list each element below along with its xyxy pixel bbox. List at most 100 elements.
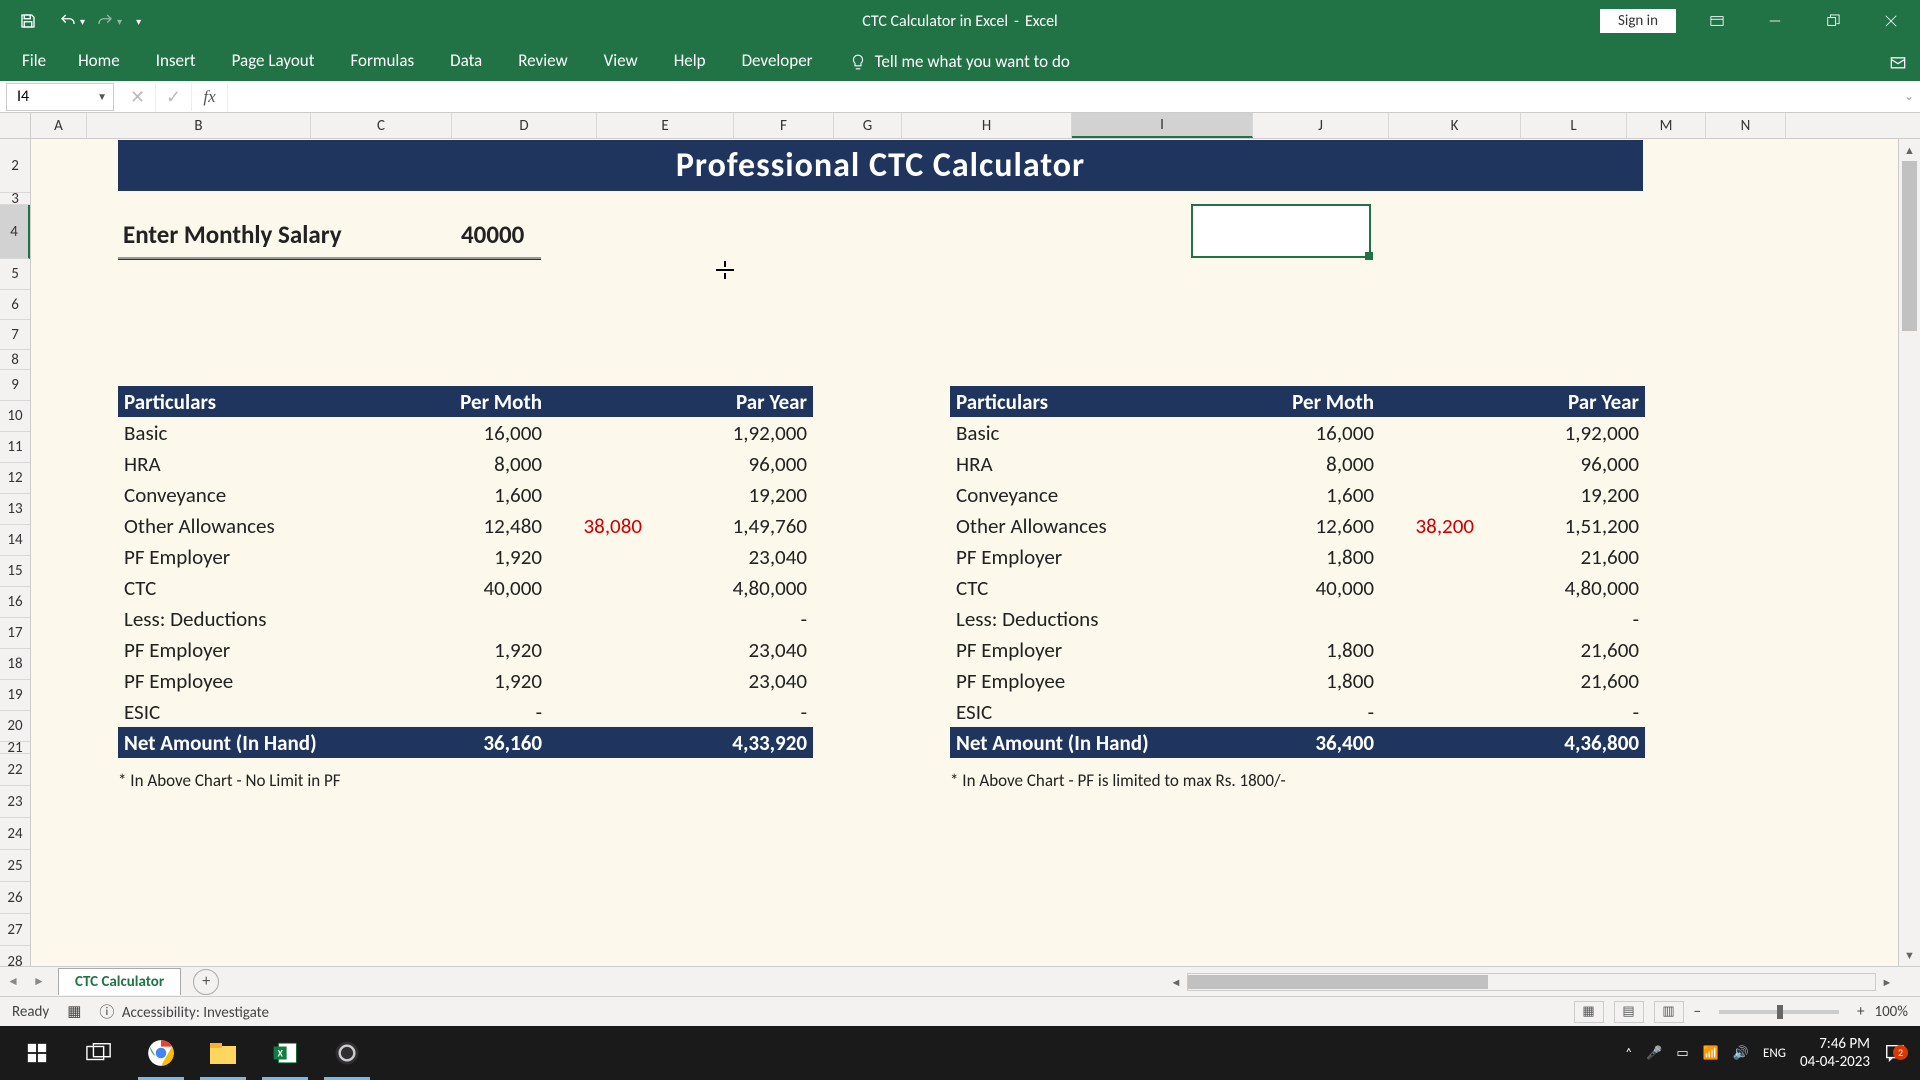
row-header-12[interactable]: 12 [0,463,30,494]
sheet-nav-next[interactable]: ► [26,968,52,996]
tray-mic-icon[interactable]: 🎤 [1646,1046,1662,1061]
row-header-21[interactable]: 21 [0,742,30,754]
view-page-layout-button[interactable]: ▤ [1614,1001,1644,1023]
col-header-l[interactable]: L [1521,113,1627,138]
row-header-18[interactable]: 18 [0,649,30,680]
redo-dropdown-icon[interactable]: ▾ [117,15,122,28]
col-header-j[interactable]: J [1253,113,1389,138]
macro-record-icon[interactable]: ▦ [67,1002,81,1021]
action-center-button[interactable]: 2 [1884,1042,1906,1064]
row-header-17[interactable]: 17 [0,618,30,649]
row-header-24[interactable]: 24 [0,818,30,850]
row-header-3[interactable]: 3 [0,193,30,205]
row-header-19[interactable]: 19 [0,680,30,711]
col-header-b[interactable]: B [87,113,311,138]
col-header-g[interactable]: G [834,113,902,138]
zoom-slider[interactable] [1719,1010,1839,1014]
tray-volume-icon[interactable]: 🔊 [1733,1046,1749,1061]
taskbar-excel[interactable]: X [254,1026,316,1080]
tray-wifi-icon[interactable]: 📶 [1703,1046,1719,1061]
row-header-26[interactable]: 26 [0,882,30,914]
hscroll-left-icon[interactable]: ◄ [1165,976,1187,989]
task-view-button[interactable] [68,1026,130,1080]
tab-review[interactable]: Review [500,40,585,83]
minimize-button[interactable] [1746,0,1804,42]
tell-me-search[interactable]: Tell me what you want to do [849,51,1070,72]
maximize-button[interactable] [1804,0,1862,42]
tab-data[interactable]: Data [432,40,500,83]
ribbon-display-button[interactable] [1688,0,1746,42]
zoom-out-button[interactable]: − [1694,1003,1701,1021]
row-header-13[interactable]: 13 [0,494,30,525]
hscroll-right-icon[interactable]: ► [1876,976,1898,989]
col-header-m[interactable]: M [1627,113,1706,138]
row-header-14[interactable]: 14 [0,525,30,556]
sheet-nav-prev[interactable]: ◄ [0,968,26,996]
scroll-up-icon[interactable]: ▲ [1899,139,1920,161]
qat-customise-icon[interactable]: ▾ [136,15,141,28]
col-header-c[interactable]: C [311,113,452,138]
row-header-7[interactable]: 7 [0,320,30,350]
row-header-27[interactable]: 27 [0,914,30,946]
horizontal-scrollbar[interactable]: ◄ ► [1165,973,1898,991]
vertical-scrollbar[interactable]: ▲ ▼ [1898,139,1920,966]
col-header-h[interactable]: H [902,113,1072,138]
row-header-9[interactable]: 9 [0,370,30,401]
col-header-f[interactable]: F [734,113,834,138]
tab-view[interactable]: View [586,40,656,83]
sheet-tab-active[interactable]: CTC Calculator [58,968,181,995]
active-cell[interactable] [1191,204,1371,258]
tab-help[interactable]: Help [656,40,724,83]
tray-language[interactable]: ENG [1763,1046,1786,1061]
signin-button[interactable]: Sign in [1600,9,1676,33]
col-header-a[interactable]: A [31,113,87,138]
taskbar-obs[interactable] [316,1026,378,1080]
taskbar-file-explorer[interactable] [192,1026,254,1080]
name-box-dropdown-icon[interactable]: ▼ [97,90,107,103]
save-button[interactable] [8,2,48,40]
row-header-6[interactable]: 6 [0,290,30,320]
row-header-20[interactable]: 20 [0,711,30,742]
hscroll-thumb[interactable] [1188,975,1488,989]
select-all-corner[interactable] [0,113,31,138]
row-header-10[interactable]: 10 [0,401,30,432]
tab-home[interactable]: Home [60,40,138,83]
zoom-slider-thumb[interactable] [1777,1005,1783,1019]
enter-salary-value[interactable]: 40000 [461,219,524,250]
zoom-in-button[interactable]: + [1857,1003,1864,1021]
row-header-23[interactable]: 23 [0,786,30,818]
view-page-break-button[interactable]: ▥ [1654,1001,1684,1023]
col-header-k[interactable]: K [1389,113,1521,138]
view-normal-button[interactable]: ▦ [1574,1001,1604,1023]
taskbar-chrome[interactable] [130,1026,192,1080]
tab-insert[interactable]: Insert [138,40,214,83]
col-header-n[interactable]: N [1706,113,1786,138]
row-header-11[interactable]: 11 [0,432,30,463]
formula-expand-icon[interactable]: ⌄ [1898,89,1920,104]
col-header-d[interactable]: D [452,113,597,138]
tray-battery-icon[interactable]: ▭ [1676,1046,1688,1061]
tray-clock[interactable]: 7:46 PM 04-04-2023 [1800,1035,1870,1071]
tab-formulas[interactable]: Formulas [332,40,432,83]
fill-handle[interactable] [1365,252,1373,260]
row-header-8[interactable]: 8 [0,350,30,370]
tab-developer[interactable]: Developer [724,40,831,83]
row-header-4[interactable]: 4 [0,205,30,259]
scroll-down-icon[interactable]: ▼ [1899,944,1920,966]
add-sheet-button[interactable]: + [193,969,219,995]
accessibility-status[interactable]: ⓘ Accessibility: Investigate [99,1001,269,1022]
col-header-i[interactable]: I [1072,113,1253,138]
row-header-15[interactable]: 15 [0,556,30,587]
cells-grid[interactable]: Professional CTC Calculator Enter Monthl… [31,139,1920,966]
row-header-25[interactable]: 25 [0,850,30,882]
row-header-16[interactable]: 16 [0,587,30,618]
formula-input[interactable] [228,83,1898,111]
col-header-e[interactable]: E [597,113,734,138]
tray-expand-icon[interactable]: ˄ [1625,1046,1632,1061]
zoom-level[interactable]: 100% [1874,1003,1908,1021]
name-box[interactable]: I4 ▼ [6,83,114,111]
start-button[interactable] [6,1026,68,1080]
close-button[interactable] [1862,0,1920,42]
tab-file[interactable]: File [8,40,60,83]
scroll-thumb[interactable] [1902,161,1917,331]
